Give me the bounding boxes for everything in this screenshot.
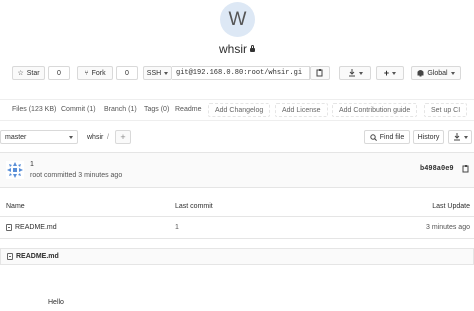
notification-label: Global bbox=[427, 69, 448, 77]
protocol-dropdown[interactable]: SSH bbox=[143, 66, 172, 80]
chevron-down-icon bbox=[463, 135, 468, 139]
fork-label: Fork bbox=[91, 69, 106, 77]
clone-url-value: git@192.168.0.80:root/whsir.gi bbox=[176, 69, 303, 77]
file-icon bbox=[7, 253, 13, 260]
download-icon bbox=[348, 69, 355, 77]
fork-button[interactable]: ⑂ Fork bbox=[77, 66, 113, 80]
chevron-down-icon bbox=[69, 135, 73, 139]
readme-header: README.md bbox=[0, 248, 474, 265]
star-count-value: 0 bbox=[57, 69, 61, 77]
fork-count-value: 0 bbox=[125, 69, 129, 77]
lock-icon bbox=[250, 45, 255, 52]
user-avatar[interactable] bbox=[6, 161, 24, 179]
notification-dropdown[interactable]: Global bbox=[411, 66, 461, 80]
column-header-last-commit: Last commit bbox=[175, 203, 213, 210]
history-label: History bbox=[417, 133, 440, 141]
download-icon bbox=[453, 133, 460, 141]
commit-sha[interactable]: b498a0e9 bbox=[420, 165, 454, 173]
branch-name: master bbox=[5, 133, 27, 141]
history-button[interactable]: History bbox=[413, 130, 444, 144]
add-to-tree-button[interactable]: + bbox=[115, 130, 131, 144]
project-stats-bar: Files (123 KB) Commit (1) Branch (1) Tag… bbox=[0, 99, 474, 121]
setup-ci-button[interactable]: Set up CI bbox=[424, 103, 468, 117]
add-changelog-button[interactable]: Add Changelog bbox=[208, 103, 271, 117]
find-file-label: Find file bbox=[379, 133, 405, 141]
table-divider bbox=[0, 216, 474, 217]
stat-files[interactable]: Files (123 KB) bbox=[12, 106, 56, 113]
file-last-commit[interactable]: 1 bbox=[175, 224, 179, 231]
star-button[interactable]: ☆ Star bbox=[12, 66, 45, 80]
find-file-button[interactable]: Find file bbox=[364, 130, 410, 144]
table-divider bbox=[0, 238, 474, 239]
protocol-label: SSH bbox=[146, 69, 162, 77]
stat-readme[interactable]: Readme bbox=[175, 106, 201, 113]
commit-title[interactable]: 1 bbox=[30, 161, 34, 168]
plus-icon: + bbox=[383, 68, 390, 78]
chevron-down-icon bbox=[450, 71, 455, 75]
readme-filename[interactable]: README.md bbox=[16, 253, 59, 260]
plus-icon: + bbox=[120, 132, 126, 142]
fork-icon: ⑂ bbox=[84, 69, 89, 77]
project-avatar: W bbox=[220, 2, 255, 37]
star-count[interactable]: 0 bbox=[48, 66, 70, 80]
clone-url-input[interactable]: git@192.168.0.80:root/whsir.gi bbox=[172, 66, 310, 80]
download-dropdown[interactable] bbox=[339, 66, 371, 80]
download-tree-dropdown[interactable] bbox=[448, 130, 472, 144]
project-name[interactable]: whsir bbox=[219, 42, 247, 56]
add-dropdown[interactable]: + bbox=[376, 66, 404, 80]
fork-count[interactable]: 0 bbox=[116, 66, 138, 80]
stat-branches[interactable]: Branch (1) bbox=[104, 106, 137, 113]
add-license-button[interactable]: Add License bbox=[275, 103, 328, 117]
column-header-name: Name bbox=[6, 203, 25, 210]
file-name[interactable]: README.md bbox=[15, 224, 57, 231]
stat-tags[interactable]: Tags (0) bbox=[144, 106, 169, 113]
column-header-last-update: Last Update bbox=[432, 203, 470, 210]
chevron-down-icon bbox=[164, 71, 169, 75]
last-commit-panel: 1 root committed 3 minutes ago b498a0e9 bbox=[0, 152, 474, 188]
breadcrumb-root[interactable]: whsir bbox=[87, 134, 103, 141]
add-contribution-button[interactable]: Add Contribution guide bbox=[332, 103, 418, 117]
search-icon bbox=[370, 133, 377, 141]
copy-url-button[interactable] bbox=[310, 66, 330, 80]
project-title: whsir bbox=[0, 42, 474, 56]
readme-content: Hello bbox=[48, 299, 64, 306]
branch-select[interactable]: master bbox=[0, 130, 78, 144]
clipboard-icon[interactable] bbox=[462, 165, 470, 173]
star-label: Star bbox=[26, 69, 40, 77]
stat-commits[interactable]: Commit (1) bbox=[61, 106, 96, 113]
clipboard-icon bbox=[316, 69, 323, 77]
star-icon: ☆ bbox=[17, 70, 24, 77]
file-icon bbox=[6, 224, 12, 231]
chevron-down-icon bbox=[358, 71, 363, 75]
file-last-update: 3 minutes ago bbox=[426, 224, 470, 231]
file-name-cell[interactable]: README.md bbox=[6, 224, 57, 231]
commit-meta: root committed 3 minutes ago bbox=[30, 172, 123, 179]
chevron-down-icon bbox=[392, 71, 397, 75]
bell-icon bbox=[417, 70, 424, 77]
project-avatar-letter: W bbox=[228, 8, 247, 30]
breadcrumb-separator: / bbox=[107, 134, 109, 141]
